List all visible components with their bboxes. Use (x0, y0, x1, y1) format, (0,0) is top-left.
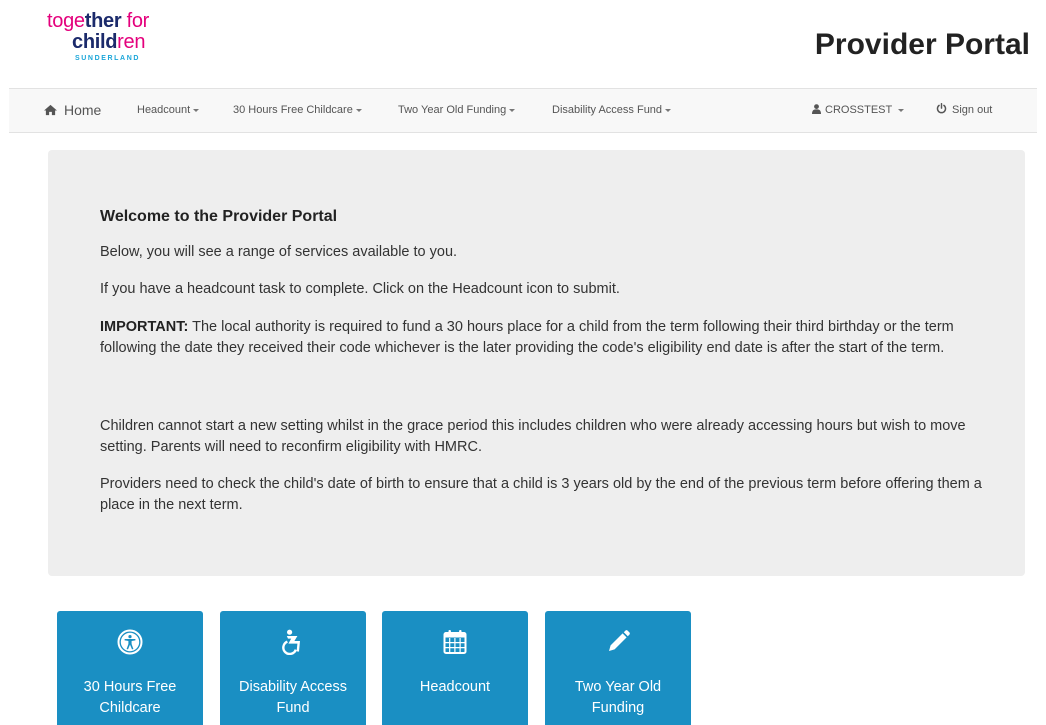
nav-home[interactable]: Home (43, 89, 101, 132)
nav-two-year-old-dropdown[interactable]: Two Year Old Funding (398, 89, 516, 132)
logo-line-2: children (72, 31, 146, 53)
logo-line-1: together for (47, 10, 150, 32)
caret-down-icon (665, 108, 672, 112)
nav-30-hours-dropdown[interactable]: 30 Hours Free Childcare (233, 89, 362, 132)
caret-down-icon (509, 108, 516, 112)
nav-headcount-label: Headcount (137, 104, 191, 116)
accessibility-icon (117, 629, 143, 655)
tile-headcount-label: Headcount (419, 679, 491, 695)
page-header: together for children SUNDERLAND Provide… (0, 0, 1046, 88)
tile-disability-access-label: Disability Access Fund (239, 679, 347, 716)
tile-two-year-old-label: Two Year Old Funding (574, 679, 662, 716)
welcome-title: Welcome to the Provider Portal (100, 208, 338, 225)
calendar-icon (443, 630, 467, 654)
home-icon (44, 104, 57, 116)
user-icon (812, 104, 821, 114)
caret-down-icon (193, 108, 200, 112)
caret-down-icon (898, 108, 905, 112)
important-label: IMPORTANT: (100, 319, 189, 335)
caret-down-icon (355, 108, 362, 112)
tile-disability-access-fund[interactable]: Disability Access Fund (220, 611, 366, 725)
welcome-paragraph-date-of-birth: Providers need to check the child's date… (100, 476, 982, 513)
pencil-icon (609, 630, 630, 651)
welcome-paragraph-headcount: If you have a headcount task to complete… (100, 281, 620, 297)
tile-two-year-old-funding[interactable]: Two Year Old Funding (545, 611, 691, 725)
welcome-paragraph-grace-period: Children cannot start a new setting whil… (100, 418, 966, 455)
nav-sign-out[interactable]: Sign out (936, 89, 992, 132)
logo-line-3: SUNDERLAND (75, 55, 140, 62)
important-text: The local authority is required to fund … (100, 319, 954, 356)
power-icon (936, 103, 947, 114)
nav-disability-access-dropdown[interactable]: Disability Access Fund (552, 89, 672, 132)
tile-headcount[interactable]: Headcount (382, 611, 528, 725)
welcome-panel: Welcome to the Provider Portal Below, yo… (48, 150, 1025, 576)
nav-headcount-dropdown[interactable]: Headcount (137, 89, 200, 132)
nav-user-dropdown[interactable]: CROSSTEST (812, 89, 905, 132)
nav-home-label: Home (64, 102, 102, 118)
together-for-children-logo[interactable]: together for children SUNDERLAND (47, 10, 167, 66)
wheelchair-icon (282, 629, 300, 655)
tile-30-hours-free-childcare[interactable]: 30 Hours Free Childcare (57, 611, 203, 725)
tile-30-hours-label: 30 Hours Free Childcare (83, 679, 177, 716)
welcome-paragraph-services: Below, you will see a range of services … (100, 244, 458, 260)
welcome-paragraph-important: IMPORTANT: The local authority is requir… (100, 317, 980, 358)
main-navbar: Home Headcount 30 Hours Free Childcare T… (9, 88, 1037, 133)
nav-two-year-old-label: Two Year Old Funding (398, 104, 507, 116)
nav-sign-out-label: Sign out (952, 104, 993, 116)
nav-user-label: CROSSTEST (825, 104, 893, 116)
page-title: Provider Portal (814, 28, 1030, 61)
nav-disability-access-label: Disability Access Fund (552, 104, 663, 116)
nav-30-hours-label: 30 Hours Free Childcare (233, 104, 353, 116)
